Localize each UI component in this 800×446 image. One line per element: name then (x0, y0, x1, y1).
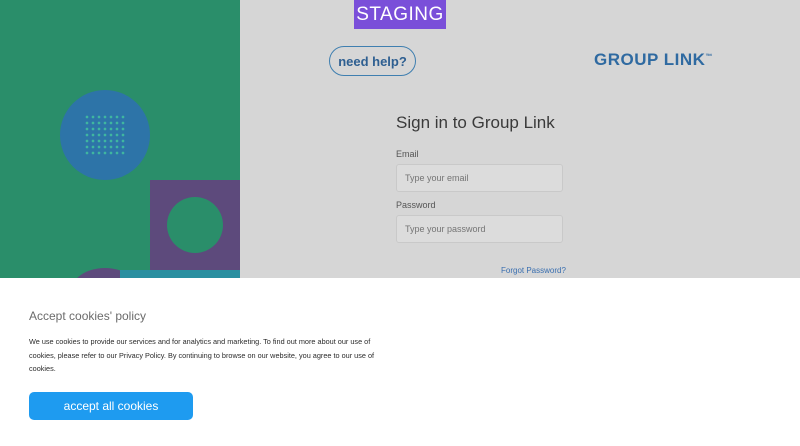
logo-text: GROUP LINK (594, 50, 706, 69)
cookie-text: We use cookies to provide our services a… (29, 337, 375, 373)
decorative-dot-grid (84, 114, 126, 156)
cookie-title: Accept cookies' policy (29, 309, 147, 323)
accept-all-cookies-button[interactable]: accept all cookies (29, 392, 193, 420)
cookie-banner: Accept cookies' policy We use cookies to… (0, 278, 800, 446)
password-label: Password (396, 200, 436, 210)
email-input[interactable] (396, 164, 563, 192)
sign-in-title: Sign in to Group Link (396, 113, 555, 132)
forgot-password-link[interactable]: Forgot Password? (501, 266, 566, 275)
email-label: Email (396, 149, 419, 159)
logo-trademark: ™ (705, 53, 713, 61)
group-link-logo[interactable]: GROUP LINK™ (594, 50, 713, 70)
need-help-button[interactable]: need help? (329, 46, 416, 76)
password-input[interactable] (396, 215, 563, 243)
decorative-blue-circle (60, 90, 150, 180)
staging-badge: STAGING (354, 0, 446, 29)
decorative-green-circle (167, 197, 223, 253)
decorative-purple-square (150, 180, 240, 270)
